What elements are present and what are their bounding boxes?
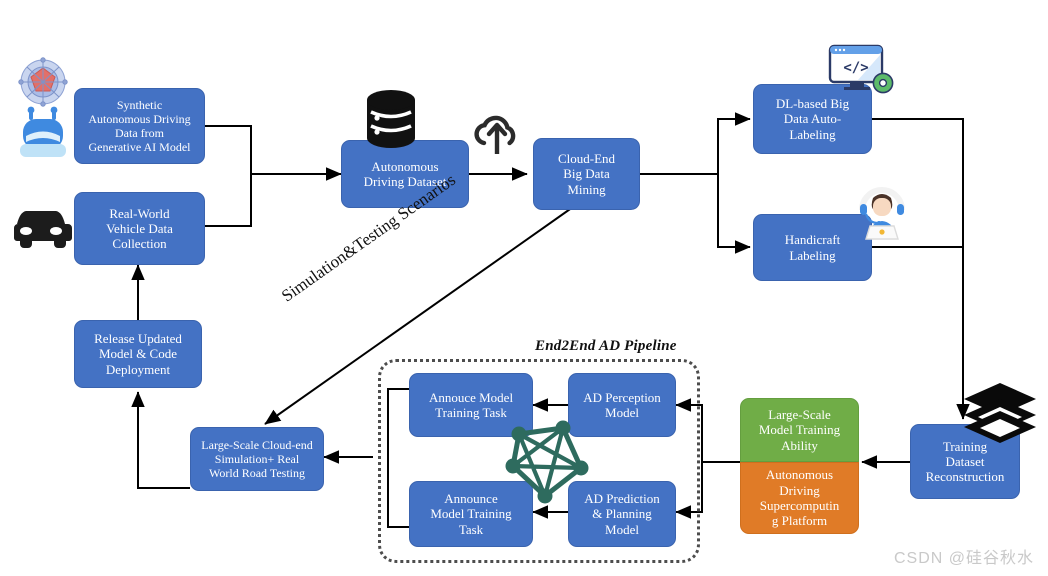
database-icon bbox=[363, 88, 419, 150]
code-window-gear-icon: </> bbox=[828, 44, 894, 100]
node-synthetic-data-label: Synthetic Autonomous Driving Data from G… bbox=[88, 97, 191, 155]
watermark: CSDN @硅谷秋水 bbox=[893, 550, 1034, 567]
end2end-pipeline-title: End2End AD Pipeline bbox=[535, 338, 677, 354]
node-training-dataset-reconstruction-label: Training Dataset Reconstruction bbox=[925, 438, 1005, 485]
node-cloud-end-simulation-road-testing-label: Large-Scale Cloud-end Simulation+ Real W… bbox=[201, 437, 313, 481]
generative-ai-robot-icon bbox=[12, 56, 74, 160]
node-ad-perception-model-label: AD Perception Model bbox=[583, 389, 661, 420]
wire-synthetic-to-merge bbox=[205, 125, 252, 174]
node-real-world-data[interactable]: Real-World Vehicle Data Collection bbox=[74, 192, 205, 265]
cloud-upload-icon bbox=[471, 113, 523, 159]
node-large-scale-model-training-ability[interactable]: Large-Scale Model Training Ability bbox=[740, 398, 859, 462]
node-cloud-end-big-data-mining-label: Cloud-End Big Data Mining bbox=[557, 151, 616, 197]
node-cloud-end-simulation-road-testing[interactable]: Large-Scale Cloud-end Simulation+ Real W… bbox=[190, 427, 324, 491]
node-real-world-data-label: Real-World Vehicle Data Collection bbox=[106, 205, 173, 252]
headset-person-laptop-icon bbox=[851, 180, 913, 242]
node-autonomous-driving-supercomputing-platform-label: Autonomous Driving Supercomputin g Platf… bbox=[759, 467, 840, 529]
node-autonomous-driving-supercomputing-platform[interactable]: Autonomous Driving Supercomputin g Platf… bbox=[740, 462, 859, 534]
node-synthetic-data[interactable]: Synthetic Autonomous Driving Data from G… bbox=[74, 88, 205, 164]
wire-simulation-to-release bbox=[131, 391, 190, 489]
node-dl-based-auto-labeling-label: DL-based Big Data Auto- Labeling bbox=[775, 96, 850, 142]
wire-autolabeling-to-bus bbox=[872, 118, 970, 420]
diagram-canvas: End2End AD Pipeline Synthetic Autonomous… bbox=[0, 0, 1048, 576]
node-cloud-end-big-data-mining[interactable]: Cloud-End Big Data Mining bbox=[533, 138, 640, 210]
car-icon bbox=[10, 205, 72, 250]
node-release-updated-model-deployment[interactable]: Release Updated Model & Code Deployment bbox=[74, 320, 202, 388]
layers-stack-icon bbox=[962, 381, 1038, 443]
node-annouce-model-training-task-top-label: Annouce Model Training Task bbox=[428, 389, 514, 420]
node-release-updated-model-deployment-label: Release Updated Model & Code Deployment bbox=[94, 331, 182, 377]
network-graph-icon bbox=[503, 418, 591, 506]
node-large-scale-model-training-ability-label: Large-Scale Model Training Ability bbox=[758, 407, 841, 453]
wire-split-to-autolabeling bbox=[717, 112, 751, 174]
wire-realworld-to-merge bbox=[205, 174, 252, 227]
wire-split-to-handicraft bbox=[717, 174, 751, 254]
svg-text:</>: </> bbox=[843, 60, 868, 76]
